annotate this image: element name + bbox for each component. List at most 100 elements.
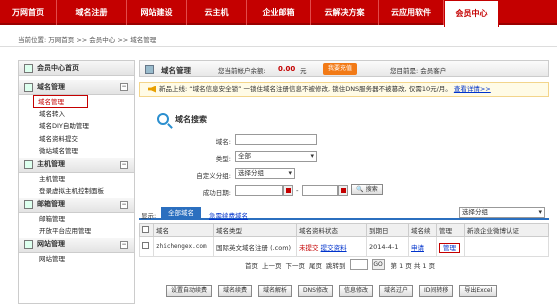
sidebar-group-label: 域名管理 (37, 82, 65, 91)
id-transfer-button[interactable]: ID间转移 (419, 285, 454, 297)
top-nav: 万网首页 域名注册 网站建设 云主机 企业邮箱 云解决方案 云应用软件 会员中心 (0, 0, 557, 27)
balance-unit: 元 (300, 67, 307, 75)
sidebar-group-domain[interactable]: 域名管理 − (19, 80, 134, 95)
search-header: 域名搜索 (157, 113, 207, 125)
group-select[interactable]: 选择分组 (235, 168, 295, 179)
date-start-input[interactable] (235, 185, 283, 196)
nav-domain-register[interactable]: 域名注册 (57, 0, 127, 25)
status-cell: 未提交 提交资料 (296, 236, 367, 257)
column-header: 域名资料状态 (296, 223, 367, 237)
sidebar-item-open-platform[interactable]: 开放平台应用管理 (19, 225, 134, 238)
header-checkbox-cell (139, 223, 154, 237)
prev-page-link[interactable]: 上一页 (262, 260, 282, 270)
sidebar-home-label: 会员中心首页 (37, 63, 79, 72)
column-header: 域名 (153, 223, 214, 237)
sidebar-group-site[interactable]: 网站管理 − (19, 237, 134, 253)
first-page-link[interactable]: 首页 (245, 260, 258, 270)
auto-renew-button[interactable]: 设置自动续费 (166, 285, 213, 297)
collapse-icon[interactable]: − (120, 200, 128, 209)
select-all-checkbox[interactable] (142, 225, 149, 233)
nav-cloud-apps[interactable]: 云应用软件 (379, 0, 444, 25)
tab-all-domains[interactable]: 全部域名 (161, 207, 201, 220)
sidebar-home[interactable]: 会员中心首页 (19, 61, 134, 76)
column-header: 到期日 (366, 223, 409, 237)
speaker-icon (148, 85, 156, 93)
sidebar-item-domain-manage[interactable]: 域名管理 (33, 95, 88, 108)
mail-icon (24, 200, 33, 209)
table-header: 域名 域名类型 域名资料状态 到期日 域名续 管理 新浪企业微博认证 (139, 223, 549, 237)
dns-resolve-button[interactable]: 域名解析 (258, 285, 293, 297)
next-page-link[interactable]: 下一页 (286, 260, 306, 270)
group-label: 自定义分组: (196, 172, 231, 180)
sidebar-item-domain-diy[interactable]: 域名DIY自助管理 (19, 120, 134, 133)
sidebar-item-site-manage[interactable]: 网站管理 (19, 253, 134, 266)
search-title: 域名搜索 (175, 114, 207, 124)
group-filter-select[interactable]: 选择分组 (459, 207, 545, 218)
notice-bar: 新品上线: “域名信息安全锁” 一锁住域名注册信息不被修改, 锁住DNS服务器不… (139, 82, 549, 97)
sidebar-item-host-manage[interactable]: 主机管理 (19, 173, 134, 186)
sidebar-group-mail[interactable]: 邮箱管理 − (19, 197, 134, 213)
nav-home[interactable]: 万网首页 (0, 0, 57, 25)
domain-name[interactable]: zhichengex.com (153, 236, 214, 257)
domain-icon (24, 82, 33, 92)
weibo-cell (464, 236, 549, 257)
sidebar-group-label: 邮箱管理 (37, 200, 65, 208)
collapse-icon[interactable]: − (120, 240, 128, 249)
type-select[interactable]: 全部 (235, 151, 317, 162)
dns-modify-button[interactable]: DNS修改 (298, 285, 333, 297)
row-checkbox-cell (139, 236, 154, 257)
breadcrumb: 当前位置: 万网首页 >> 会员中心 >> 域名管理 (18, 36, 157, 44)
sidebar-group-host[interactable]: 主机管理 − (19, 157, 134, 173)
sidebar-item-mail-manage[interactable]: 邮箱管理 (19, 213, 134, 226)
collapse-icon[interactable]: − (120, 160, 128, 169)
calendar-icon[interactable] (338, 185, 348, 196)
renew-button[interactable]: 域名续费 (218, 285, 253, 297)
last-page-link[interactable]: 尾页 (309, 260, 322, 270)
search-icon (157, 113, 169, 125)
renew-link[interactable]: 申请 (411, 244, 424, 252)
table-row: zhichengex.com 国际英文域名注册 (.com) 未提交 提交资料 … (139, 236, 549, 257)
sidebar-item-domain-info[interactable]: 域名资料提交 (19, 133, 134, 146)
tab-expiring-domains[interactable]: 急需续费域名 (209, 210, 248, 220)
transfer-owner-button[interactable]: 域名过户 (378, 285, 413, 297)
domain-label: 域名: (215, 138, 231, 146)
domain-input[interactable] (235, 134, 317, 145)
renew-cell: 申请 (408, 236, 437, 257)
title-bar: 域名管理 您当前帐户余额: 0.00 元 我要充值 您目前是: 会员客户 (139, 60, 549, 77)
jump-label: 跳转到 (326, 261, 346, 270)
nav-cloud-host[interactable]: 云主机 (187, 0, 247, 25)
sidebar-item-domain-transfer[interactable]: 域名转入 (19, 108, 134, 121)
go-button[interactable]: GO (371, 259, 385, 270)
notice-link[interactable]: 查看详情>> (454, 85, 491, 93)
info-modify-button[interactable]: 信息修改 (338, 285, 373, 297)
sidebar-item-host-panel[interactable]: 登录虚拟主机控制面板 (19, 185, 134, 198)
nav-website-build[interactable]: 网站建设 (127, 0, 187, 25)
column-header: 新浪企业微博认证 (464, 223, 549, 237)
sidebar-group-label: 网站管理 (37, 240, 65, 248)
domain-table: 域名 域名类型 域名资料状态 到期日 域名续 管理 新浪企业微博认证 zhich… (139, 223, 549, 257)
collapse-icon[interactable]: − (120, 83, 128, 91)
nav-cloud-solutions[interactable]: 云解决方案 (311, 0, 379, 25)
page-input[interactable] (349, 259, 368, 270)
column-header: 域名类型 (213, 223, 297, 237)
row-checkbox[interactable] (142, 242, 149, 249)
member-identity: 您目前是: 会员客户 (390, 67, 447, 75)
action-buttons: 设置自动续费 域名续费 域名解析 DNS修改 信息修改 域名过户 ID间转移 导… (166, 285, 503, 297)
manage-link[interactable]: 管理 (439, 242, 460, 253)
search-button[interactable]: 🔍 搜索 (351, 184, 383, 195)
home-icon (24, 63, 33, 73)
domain-manage-icon (145, 65, 154, 74)
submit-info-link[interactable]: 提交资料 (321, 244, 347, 252)
recharge-button[interactable]: 我要充值 (323, 63, 357, 75)
calendar-icon[interactable] (283, 185, 293, 196)
export-excel-button[interactable]: 导出Excel (459, 285, 498, 297)
date-label: 成功日期: (202, 189, 231, 197)
notice-text: 新品上线: “域名信息安全锁” 一锁住域名注册信息不被修改, 锁住DNS服务器不… (159, 85, 452, 93)
sidebar-item-microsite[interactable]: 微站域名管理 (19, 145, 134, 158)
date-end-input[interactable] (302, 185, 338, 196)
column-header: 域名续 (408, 223, 437, 237)
nav-member-center[interactable]: 会员中心 (444, 0, 499, 27)
site-icon (24, 240, 33, 249)
nav-enterprise-mail[interactable]: 企业邮箱 (247, 0, 311, 25)
sidebar-group-label: 主机管理 (37, 160, 65, 168)
